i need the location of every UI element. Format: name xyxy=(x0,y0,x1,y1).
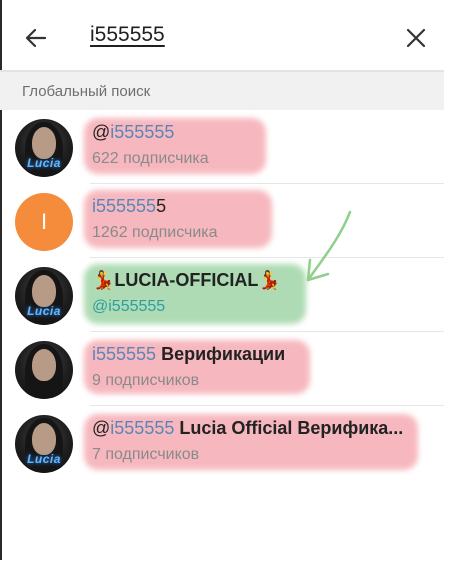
result-item[interactable]: Lucia @i555555 622 подписчика xyxy=(0,110,444,184)
result-subtitle: 9 подписчиков xyxy=(92,372,200,389)
result-title: 💃LUCIA-OFFICIAL💃 xyxy=(92,270,281,290)
result-item[interactable]: I i5555555 1262 подписчика xyxy=(0,184,444,258)
result-item[interactable]: Lucia 💃LUCIA-OFFICIAL💃 @i555555 xyxy=(0,258,444,332)
avatar-logo: Lucia xyxy=(27,156,61,170)
result-subtitle: 1262 подписчика xyxy=(92,224,218,241)
avatar-logo: Lucia xyxy=(27,452,61,466)
result-title: @i555555 Lucia Official Верифика... xyxy=(92,418,404,438)
result-item[interactable]: Lucia @i555555 Lucia Official Верифика..… xyxy=(0,406,444,480)
avatar: Lucia xyxy=(15,415,73,473)
section-header: Глобальный поиск xyxy=(0,72,444,110)
dancer-icon: 💃 xyxy=(92,270,115,290)
result-subtitle: 622 подписчика xyxy=(92,150,209,167)
avatar-logo: Lucia xyxy=(27,304,61,318)
result-title: i5555555 xyxy=(92,196,167,216)
search-header: i555555 xyxy=(0,0,460,72)
result-title: i555555 Верификации xyxy=(92,344,286,364)
avatar: Lucia xyxy=(15,119,73,177)
section-title: Глобальный поиск xyxy=(22,83,151,100)
result-subtitle: @i555555 xyxy=(92,298,166,315)
result-item[interactable]: i555555 Верификации 9 подписчиков xyxy=(0,332,444,406)
result-title: @i555555 xyxy=(92,122,175,142)
avatar: I xyxy=(15,193,73,251)
hand-drawn-arrow-icon xyxy=(306,210,352,282)
result-subtitle: 7 подписчиков xyxy=(92,446,200,463)
back-button[interactable] xyxy=(18,20,54,56)
avatar: Lucia xyxy=(15,267,73,325)
dancer-icon: 💃 xyxy=(258,270,281,290)
close-icon xyxy=(406,28,426,48)
search-input[interactable]: i555555 xyxy=(90,23,165,47)
arrow-left-icon xyxy=(25,28,47,48)
clear-button[interactable] xyxy=(398,20,434,56)
avatar xyxy=(15,341,73,399)
